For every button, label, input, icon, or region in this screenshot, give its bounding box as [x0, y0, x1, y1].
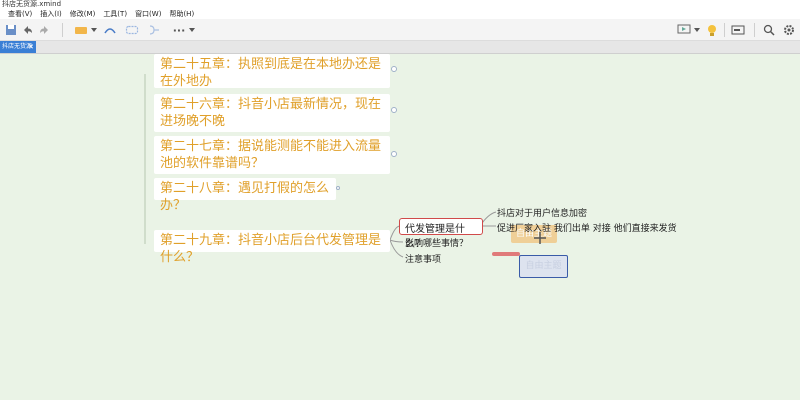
toolbar: ···	[0, 19, 800, 41]
menu-tools[interactable]: 工具(T)	[99, 9, 131, 19]
collapse-dot[interactable]	[391, 66, 397, 72]
presentation-icon[interactable]	[676, 23, 692, 37]
collapse-dot[interactable]	[391, 151, 397, 157]
menu-modify[interactable]: 修改(M)	[66, 9, 100, 19]
toolbar-separator	[62, 23, 63, 37]
panel-icon[interactable]	[730, 23, 746, 37]
menu-view[interactable]: 查看(V)	[4, 9, 36, 19]
tab-bar: 抖店无货源 ✕	[0, 41, 800, 54]
undo-icon[interactable]	[20, 23, 34, 37]
drag-indicator	[492, 252, 520, 256]
summary-icon[interactable]	[146, 23, 162, 37]
menu-window[interactable]: 窗口(W)	[131, 9, 165, 19]
relationship-icon[interactable]	[102, 23, 118, 37]
redo-icon[interactable]	[38, 23, 52, 37]
chevron-down-icon[interactable]	[693, 23, 701, 37]
topic-chapter-29[interactable]: 第二十九章：抖音小店后台代发管理是什么？	[154, 230, 390, 265]
toolbar-separator	[754, 23, 755, 37]
menu-help[interactable]: 帮助(H)	[165, 9, 198, 19]
gear-icon[interactable]	[782, 23, 796, 37]
save-icon[interactable]	[4, 23, 18, 37]
title-bar: 抖店无货源.xmind	[0, 0, 800, 9]
collapse-dot[interactable]	[336, 186, 340, 190]
subtopic-selected[interactable]: 代发管理是什么？	[399, 218, 483, 250]
chevron-down-icon[interactable]	[188, 23, 196, 37]
topic-text: 第二十七章：据说能测能不能进入流量池的软件靠谱吗？	[160, 139, 382, 171]
more-icon[interactable]: ···	[170, 23, 188, 37]
toolbar-separator	[724, 23, 725, 37]
subtopic-notes[interactable]: 注意事项	[405, 252, 441, 265]
close-icon[interactable]: ✕	[28, 41, 34, 53]
subtopic-info-encrypt[interactable]: 抖店对于用户信息加密	[497, 206, 587, 219]
lightbulb-icon[interactable]	[705, 23, 719, 37]
topic-chapter-27[interactable]: 第二十七章：据说能测能不能进入流量池的软件靠谱吗？	[154, 136, 390, 174]
boundary-icon[interactable]	[124, 23, 140, 37]
topic-text: 第二十六章：抖音小店最新情况，现在进场晚不晚	[160, 97, 382, 129]
subtopic-flow[interactable]: 促进厂家入驻 我们出单 对接 他们直接来发货	[497, 221, 677, 234]
collapse-dot[interactable]	[391, 107, 397, 113]
menu-insert[interactable]: 插入(I)	[36, 9, 66, 19]
menu-bar: 查看(V) 插入(I) 修改(M) 工具(T) 窗口(W) 帮助(H)	[0, 9, 800, 19]
topic-chapter-25[interactable]: 第二十五章：执照到底是在本地办还是在外地办	[154, 54, 390, 89]
window-title: 抖店无货源.xmind	[2, 0, 62, 8]
tab-document[interactable]: 抖店无货源 ✕	[0, 41, 36, 53]
topic-chapter-28[interactable]: 第二十八章：遇见打假的怎么办？	[154, 178, 336, 213]
chevron-down-icon[interactable]	[90, 23, 98, 37]
topic-icon[interactable]	[72, 23, 90, 37]
cursor-icon	[534, 229, 546, 244]
subtopic-impact[interactable]: 影响哪些事情？	[405, 236, 468, 249]
topic-text: 第二十五章：执照到底是在本地办还是在外地办	[160, 57, 382, 89]
floating-topic-ghost[interactable]: 自由主题	[519, 255, 568, 278]
floating-topic-label: 自由主题	[525, 261, 562, 271]
search-icon[interactable]	[762, 23, 776, 37]
topic-chapter-26[interactable]: 第二十六章：抖音小店最新情况，现在进场晚不晚	[154, 94, 390, 132]
mindmap-canvas[interactable]: 第二十五章：执照到底是在本地办还是在外地办 第二十六章：抖音小店最新情况，现在进…	[0, 54, 800, 400]
